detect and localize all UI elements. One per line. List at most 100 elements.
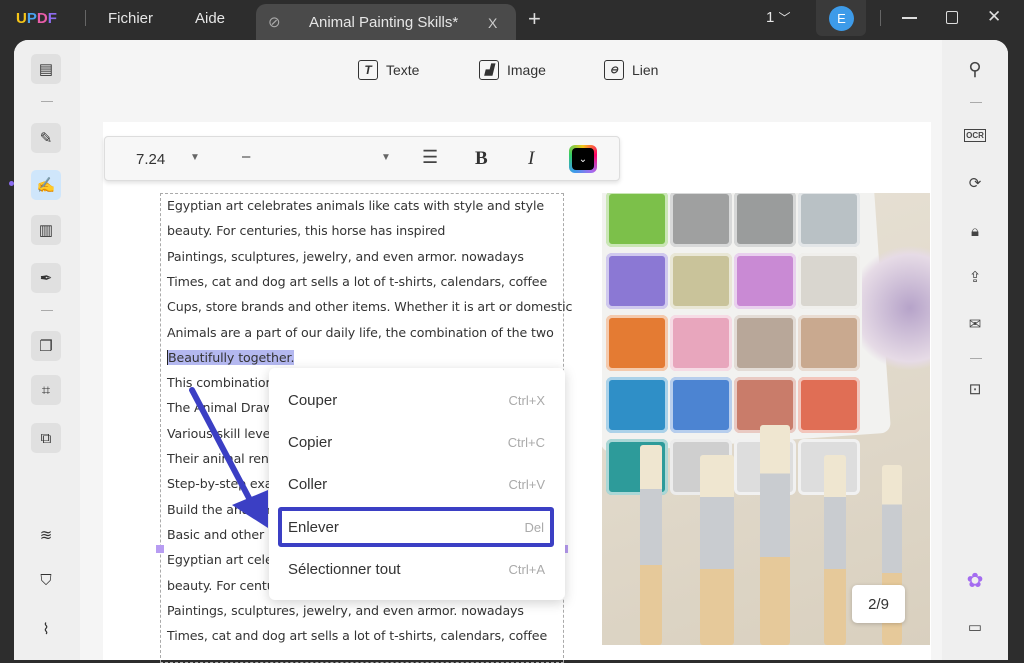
menu-aide[interactable]: Aide (195, 10, 225, 27)
paint-well (670, 193, 732, 247)
highlighter-icon[interactable]: ✎ (31, 123, 61, 153)
search-icon[interactable]: ⚲ (962, 56, 988, 82)
tool-lien[interactable]: ⊖ Lien (604, 60, 658, 80)
text-line[interactable]: Egyptian art celebrates animals like cat… (167, 198, 544, 213)
text-line[interactable]: beauty. For centuries, this horse has in… (167, 223, 445, 238)
new-tab-button[interactable]: + (528, 6, 541, 32)
text-box-icon: T (358, 60, 378, 80)
text-line[interactable]: Animals are a part of our daily life, th… (167, 325, 554, 340)
text-line[interactable]: Times, cat and dog art sells a lot of t-… (167, 274, 547, 289)
save-icon[interactable]: ⊡ (962, 376, 988, 402)
text-line[interactable]: Paintings, sculptures, jewelry, and even… (167, 603, 524, 618)
paint-well (798, 253, 860, 309)
form-icon[interactable]: ▥ (31, 215, 61, 245)
protect-icon[interactable]: 🔒︎ (962, 218, 988, 244)
shortcut: Del (524, 519, 544, 535)
text-line[interactable]: This combination (167, 375, 273, 390)
selected-text[interactable]: Beautifully together. (167, 349, 294, 365)
divider (970, 102, 982, 103)
menu-label: Copier (288, 433, 333, 451)
font-size-value[interactable]: 7.24 (136, 151, 165, 168)
text-line[interactable]: Basic and other r (167, 527, 273, 542)
ai-assistant-icon[interactable]: ✿ (962, 567, 988, 593)
minimize-button[interactable] (902, 17, 917, 19)
text-line[interactable]: Egyptian art cele (167, 552, 273, 567)
image-icon: ▟ (479, 60, 499, 80)
chevron-down-icon: ⌄ (572, 148, 594, 170)
paint-well (734, 315, 796, 371)
paint-brush (700, 455, 734, 645)
crop-icon[interactable]: ⌗ (31, 375, 61, 405)
align-left-icon[interactable]: ☰ (422, 147, 438, 168)
font-size-dropdown-icon[interactable]: ▼ (190, 152, 200, 163)
comment-icon[interactable]: ▭ (962, 614, 988, 640)
menu-item-couper[interactable]: Couper Ctrl+X (288, 388, 545, 412)
tab-close-button[interactable]: X (488, 15, 497, 31)
text-line[interactable]: Build the anatom (167, 502, 274, 517)
convert-icon[interactable]: ⟳ (962, 170, 988, 196)
paint-well (734, 253, 796, 309)
divider (880, 10, 881, 26)
divider (85, 10, 86, 26)
link-icon: ⊖ (604, 60, 624, 80)
page-count-dropdown[interactable]: 1 ﹀ (766, 9, 791, 26)
watercolor-palette-image (602, 193, 930, 645)
paint-mixing-area (862, 233, 930, 383)
text-line[interactable]: Step-by-step exa (167, 476, 272, 491)
right-sidebar: ⚲ OCR ⟳ 🔒︎ ⇪ ✉ ⊡ ✿ ▭ (942, 40, 1008, 660)
paint-well (606, 377, 668, 433)
text-line[interactable]: Times, cat and dog art sells a lot of t-… (167, 628, 547, 643)
updf-logo: UPDF (16, 10, 57, 27)
account-area[interactable]: E (816, 0, 866, 36)
font-name-dropdown-icon[interactable]: ▼ (381, 152, 391, 163)
tool-texte[interactable]: T Texte (358, 60, 419, 80)
text-line[interactable]: Their animal ren (167, 451, 269, 466)
organize-pages-icon[interactable]: ❐ (31, 331, 61, 361)
divider (41, 101, 53, 102)
paint-well (798, 315, 860, 371)
tool-label: Image (507, 62, 546, 78)
text-line[interactable]: beauty. For centu (167, 578, 275, 593)
menu-label: Coller (288, 475, 328, 493)
italic-button[interactable]: I (528, 148, 534, 170)
edit-pdf-icon[interactable]: ✍ (31, 170, 61, 200)
menu-item-selectionner-tout[interactable]: Sélectionner tout Ctrl+A (288, 557, 545, 581)
avatar[interactable]: E (829, 6, 854, 31)
bookmark-icon[interactable]: ⛉ (31, 565, 61, 595)
page-count: 1 (766, 9, 775, 26)
paint-brush (824, 455, 846, 645)
page-indicator: 2/9 (852, 585, 905, 623)
text-color-button[interactable]: ⌄ (569, 145, 597, 173)
tool-image[interactable]: ▟ Image (479, 60, 546, 80)
paint-well (670, 377, 732, 433)
email-icon[interactable]: ✉ (962, 311, 988, 337)
sign-icon[interactable]: ✒ (31, 263, 61, 293)
text-format-bar: 7.24 ▼ – ▼ ☰ B I ⌄ (104, 136, 620, 181)
text-line[interactable]: Various skill leve (167, 426, 270, 441)
shortcut: Ctrl+V (508, 476, 545, 492)
text-line[interactable]: The Animal Drawi (167, 400, 277, 415)
close-window-button[interactable]: ✕ (987, 7, 1001, 27)
attachment-icon[interactable]: ⌇ (31, 614, 61, 644)
share-icon[interactable]: ⇪ (962, 264, 988, 290)
watermark-icon[interactable]: ⧉ (31, 423, 61, 453)
paint-well (606, 253, 668, 309)
paint-brush (760, 425, 790, 645)
reader-icon[interactable]: ▤ (31, 54, 61, 84)
tab-title: Animal Painting Skills* (309, 14, 459, 31)
shortcut: Ctrl+X (508, 392, 545, 408)
menu-item-coller[interactable]: Coller Ctrl+V (288, 472, 545, 496)
bold-button[interactable]: B (475, 148, 488, 170)
menu-fichier[interactable]: Fichier (108, 10, 153, 27)
menu-item-copier[interactable]: Copier Ctrl+C (288, 430, 545, 454)
menu-item-enlever[interactable]: Enlever Del (278, 507, 554, 547)
font-name-value[interactable]: – (242, 148, 250, 165)
ocr-icon[interactable]: OCR (962, 122, 988, 148)
resize-handle[interactable] (156, 545, 164, 553)
layers-icon[interactable]: ≋ (31, 520, 61, 550)
maximize-button[interactable] (946, 11, 958, 24)
text-line[interactable]: Paintings, sculptures, jewelry, and even… (167, 249, 524, 264)
document-tab[interactable]: ⊘ Animal Painting Skills* X (256, 4, 516, 42)
text-line[interactable]: Cups, store brands and other items. Whet… (167, 299, 572, 314)
paint-well (798, 193, 860, 247)
